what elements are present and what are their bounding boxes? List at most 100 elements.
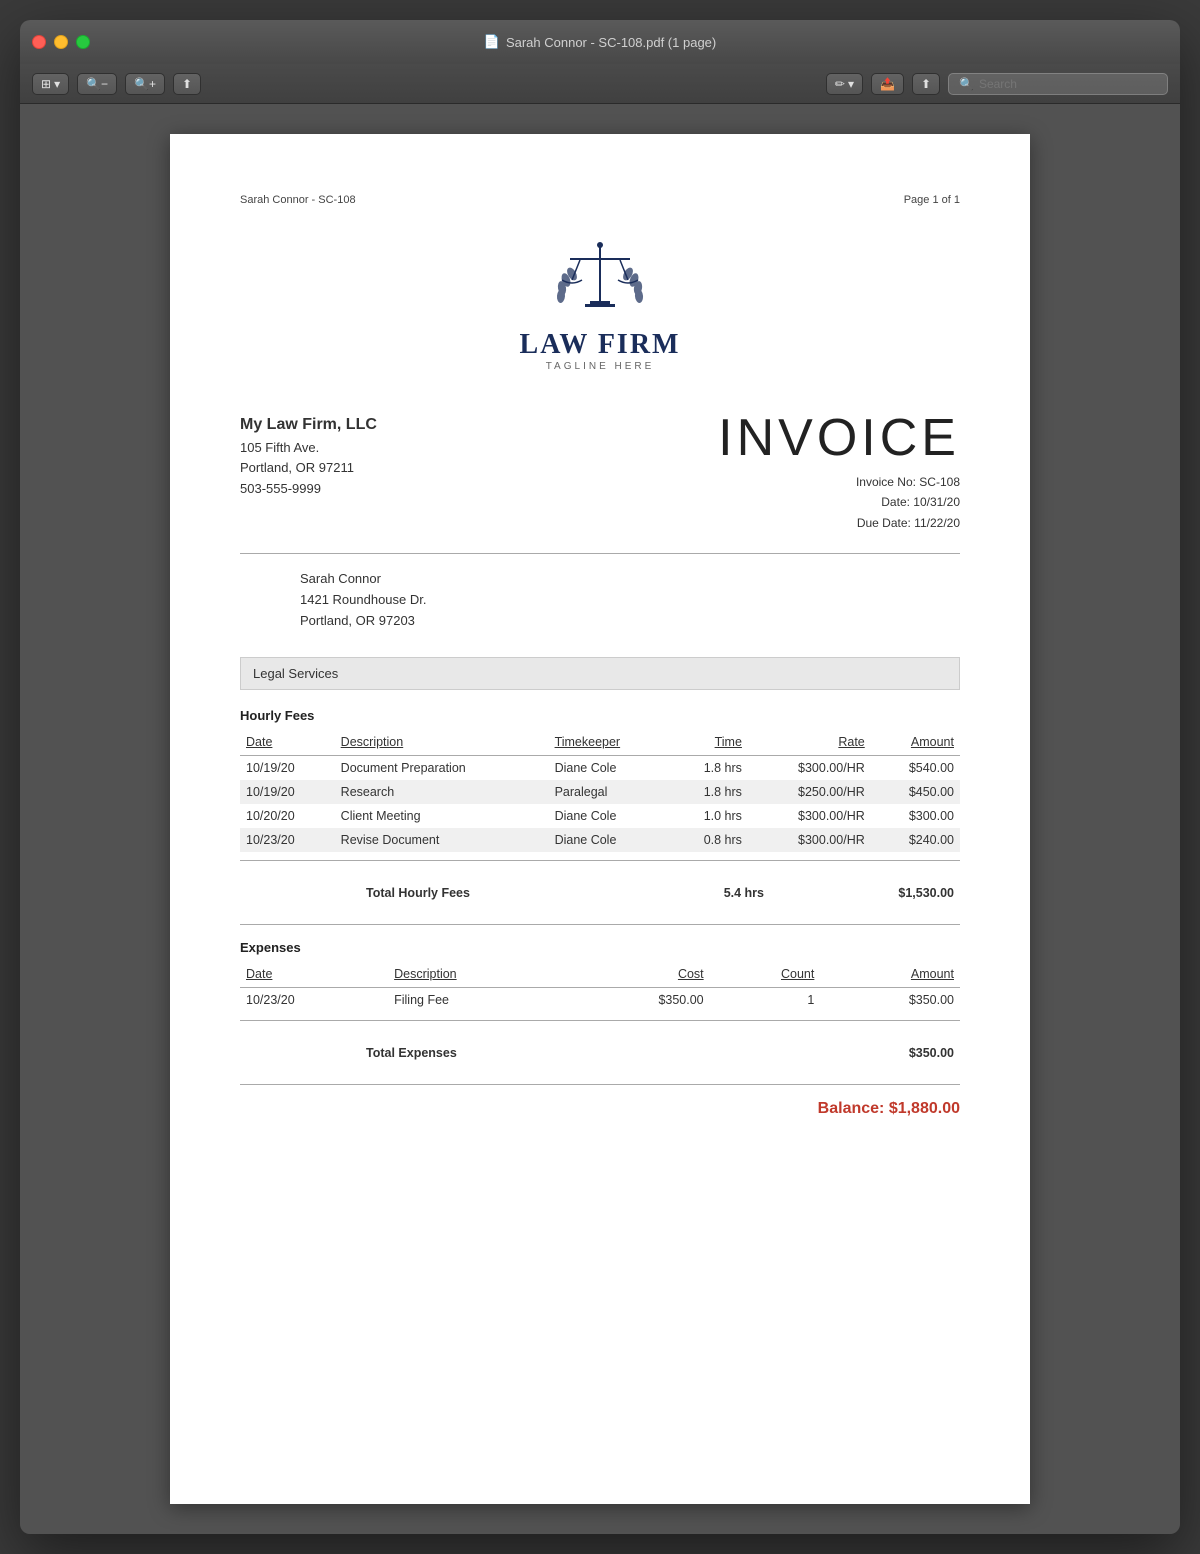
cell-rate: $250.00/HR xyxy=(748,780,871,804)
table-row: 10/23/20 Revise Document Diane Cole 0.8 … xyxy=(240,828,960,852)
cell-time: 1.8 hrs xyxy=(670,780,748,804)
search-box[interactable]: 🔍 xyxy=(948,73,1168,95)
hourly-total-table: Total Hourly Fees 5.4 hrs $1,530.00 xyxy=(240,876,960,904)
exp-cell-date: 10/23/20 xyxy=(240,987,388,1012)
expenses-total-table: Total Expenses $350.00 xyxy=(240,1036,960,1064)
services-header-box: Legal Services xyxy=(240,657,960,690)
firm-logo-tagline: TAGLINE HERE xyxy=(240,361,960,372)
table-row: 10/19/20 Research Paralegal 1.8 hrs $250… xyxy=(240,780,960,804)
cell-keeper: Paralegal xyxy=(549,780,670,804)
document-icon: 📄 xyxy=(484,34,500,50)
cell-time: 1.0 hrs xyxy=(670,804,748,828)
cell-date: 10/19/20 xyxy=(240,780,335,804)
cell-desc: Document Preparation xyxy=(335,755,549,780)
exp-cell-cost: $350.00 xyxy=(570,987,710,1012)
pdf-area: Sarah Connor - SC-108 Page 1 of 1 xyxy=(20,104,1180,1534)
cell-amount: $300.00 xyxy=(871,804,960,828)
sidebar-icon: ⊞ xyxy=(41,77,51,91)
expenses-total-divider xyxy=(240,1020,960,1021)
share-button[interactable]: ⬆ xyxy=(173,73,201,95)
section-divider xyxy=(240,924,960,925)
expenses-total-label: Total Expenses xyxy=(360,1036,720,1064)
col-date: Date xyxy=(240,731,335,756)
client-address2: Portland, OR 97203 xyxy=(300,611,960,632)
exp-cell-desc: Filing Fee xyxy=(388,987,570,1012)
pdf-page: Sarah Connor - SC-108 Page 1 of 1 xyxy=(170,134,1030,1504)
cell-amount: $240.00 xyxy=(871,828,960,852)
expenses-section: Expenses Date Description Cost Count Amo… xyxy=(240,940,960,1064)
sidebar-toggle-button[interactable]: ⊞ ▾ xyxy=(32,73,69,95)
chevron-down-icon: ▾ xyxy=(848,77,854,91)
close-button[interactable] xyxy=(32,35,46,49)
invoice-header: My Law Firm, LLC 105 Fifth Ave. Portland… xyxy=(240,412,960,533)
send-icon: 📤 xyxy=(880,77,895,91)
invoice-meta: Invoice No: SC-108 Date: 10/31/20 Due Da… xyxy=(718,472,960,533)
zoom-in-icon: 🔍+ xyxy=(134,77,156,91)
expenses-total-row: Total Expenses $350.00 xyxy=(240,1036,960,1064)
scales-logo-icon xyxy=(550,236,650,316)
cell-amount: $540.00 xyxy=(871,755,960,780)
markup-icon: ⬆ xyxy=(921,77,931,91)
logo-area: LAW FIRM TAGLINE HERE xyxy=(240,236,960,372)
pdf-meta-header: Sarah Connor - SC-108 Page 1 of 1 xyxy=(240,194,960,206)
cell-date: 10/23/20 xyxy=(240,828,335,852)
balance-amount: Balance: $1,880.00 xyxy=(818,1100,960,1117)
cell-time: 1.8 hrs xyxy=(670,755,748,780)
pen-icon: ✏ xyxy=(835,77,845,91)
title-bar: 📄 Sarah Connor - SC-108.pdf (1 page) xyxy=(20,20,1180,64)
chevron-down-icon: ▾ xyxy=(54,77,60,91)
exp-col-amount: Amount xyxy=(820,963,960,988)
hourly-total-label: Total Hourly Fees xyxy=(360,876,570,904)
hourly-total-divider xyxy=(240,860,960,861)
cell-keeper: Diane Cole xyxy=(549,755,670,780)
hourly-total-row: Total Hourly Fees 5.4 hrs $1,530.00 xyxy=(240,876,960,904)
search-input[interactable] xyxy=(979,77,1157,91)
firm-name: My Law Firm, LLC xyxy=(240,412,377,438)
maximize-button[interactable] xyxy=(76,35,90,49)
annotate-button[interactable]: ✏ ▾ xyxy=(826,73,863,95)
exp-col-count: Count xyxy=(710,963,821,988)
table-row: 10/20/20 Client Meeting Diane Cole 1.0 h… xyxy=(240,804,960,828)
cell-desc: Revise Document xyxy=(335,828,549,852)
zoom-out-button[interactable]: 🔍− xyxy=(77,73,117,95)
table-header-row: Date Description Timekeeper Time Rate Am… xyxy=(240,731,960,756)
pdf-meta-right: Page 1 of 1 xyxy=(904,194,960,206)
window-title: 📄 Sarah Connor - SC-108.pdf (1 page) xyxy=(484,34,716,50)
cell-rate: $300.00/HR xyxy=(748,755,871,780)
hourly-fees-section: Hourly Fees Date Description Timekeeper … xyxy=(240,708,960,904)
traffic-lights xyxy=(32,35,90,49)
expenses-total-amount: $350.00 xyxy=(870,1036,960,1064)
expenses-title: Expenses xyxy=(240,940,960,955)
exp-col-cost: Cost xyxy=(570,963,710,988)
share-pdf-button[interactable]: 📤 xyxy=(871,73,904,95)
firm-logo-name: LAW FIRM xyxy=(240,329,960,361)
client-address: Sarah Connor 1421 Roundhouse Dr. Portlan… xyxy=(300,569,960,631)
toolbar: ⊞ ▾ 🔍− 🔍+ ⬆ ✏ ▾ 📤 ⬆ 🔍 xyxy=(20,64,1180,104)
share-icon: ⬆ xyxy=(182,77,192,91)
balance-line: Balance: $1,880.00 xyxy=(240,1100,960,1118)
exp-col-date: Date xyxy=(240,963,388,988)
expenses-table: Date Description Cost Count Amount 10/23… xyxy=(240,963,960,1012)
cell-amount: $450.00 xyxy=(871,780,960,804)
expenses-header-row: Date Description Cost Count Amount xyxy=(240,963,960,988)
col-timekeeper: Timekeeper xyxy=(549,731,670,756)
exp-cell-count: 1 xyxy=(710,987,821,1012)
pdf-meta-left: Sarah Connor - SC-108 xyxy=(240,194,356,206)
invoice-due-date: Due Date: 11/22/20 xyxy=(718,513,960,533)
exp-col-description: Description xyxy=(388,963,570,988)
invoice-title-block: INVOICE Invoice No: SC-108 Date: 10/31/2… xyxy=(718,412,960,533)
hourly-fees-title: Hourly Fees xyxy=(240,708,960,723)
zoom-in-button[interactable]: 🔍+ xyxy=(125,73,165,95)
cell-keeper: Diane Cole xyxy=(549,804,670,828)
cell-desc: Client Meeting xyxy=(335,804,549,828)
invoice-number: Invoice No: SC-108 xyxy=(718,472,960,492)
firm-phone: 503-555-9999 xyxy=(240,479,377,500)
cell-keeper: Diane Cole xyxy=(549,828,670,852)
firm-info: My Law Firm, LLC 105 Fifth Ave. Portland… xyxy=(240,412,377,500)
hourly-total-amount: $1,530.00 xyxy=(870,876,960,904)
cell-rate: $300.00/HR xyxy=(748,804,871,828)
balance-divider xyxy=(240,1084,960,1085)
minimize-button[interactable] xyxy=(54,35,68,49)
markup-button[interactable]: ⬆ xyxy=(912,73,940,95)
invoice-word: INVOICE xyxy=(718,412,960,464)
